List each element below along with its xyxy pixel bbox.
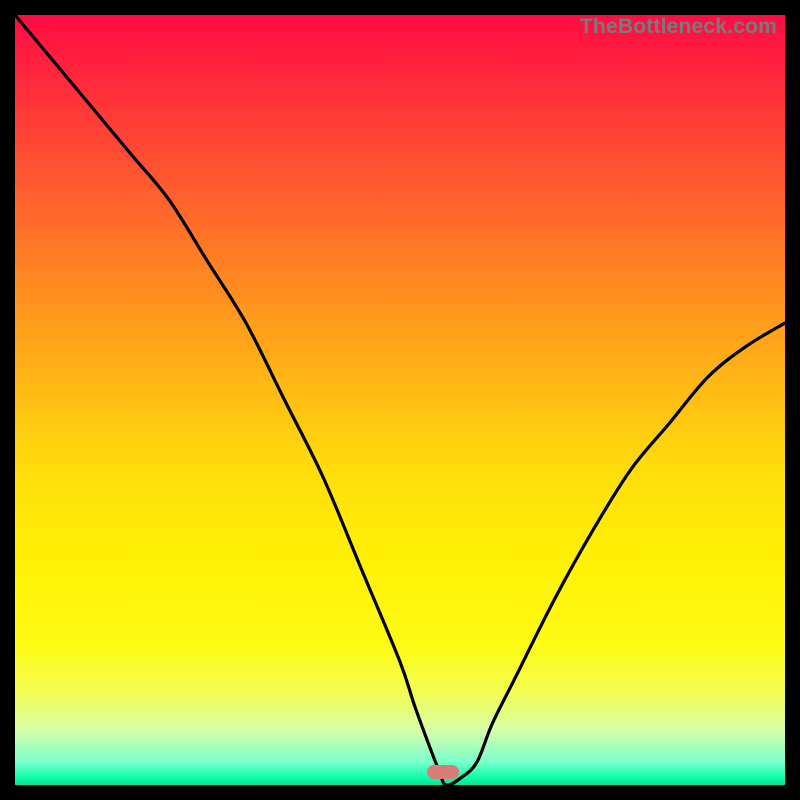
optimum-marker <box>427 765 459 779</box>
bottleneck-curve <box>15 15 785 785</box>
chart-frame: TheBottleneck.com <box>15 15 785 785</box>
watermark-text: TheBottleneck.com <box>580 15 777 39</box>
